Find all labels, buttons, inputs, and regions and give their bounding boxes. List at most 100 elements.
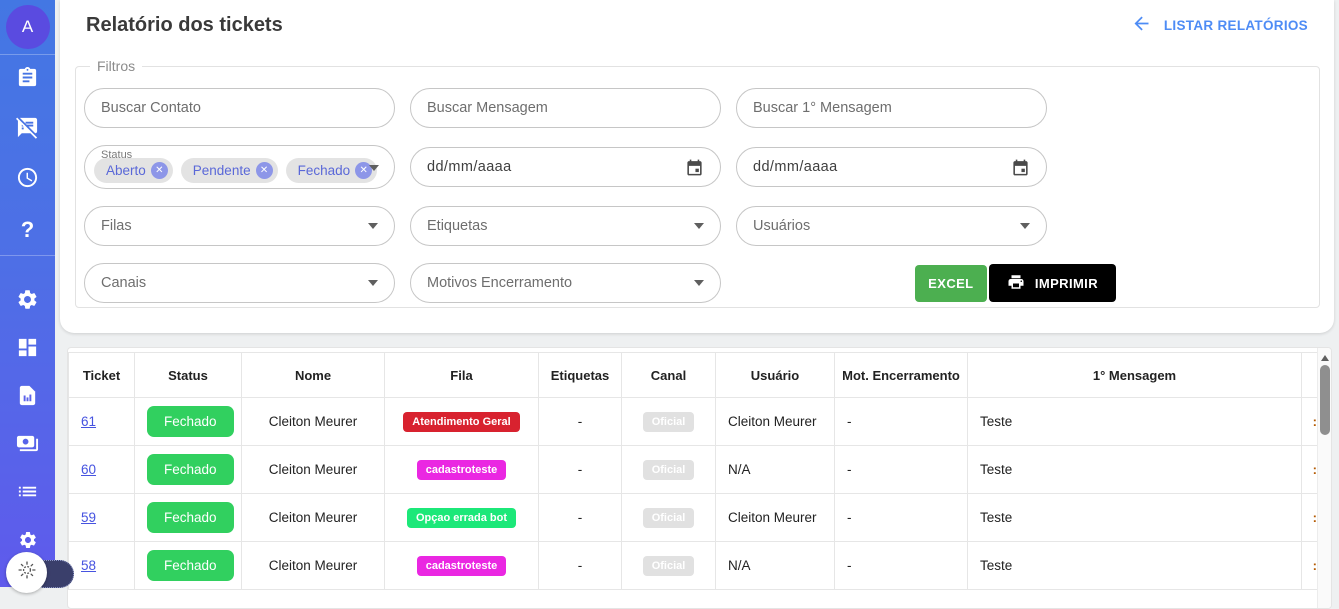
clipped-cell: : <box>1302 494 1318 542</box>
column-header: Nome <box>242 353 385 398</box>
channel-cell: Oficial <box>622 494 716 542</box>
search-first-message-input[interactable]: Buscar 1° Mensagem <box>736 88 1047 128</box>
closure-reason-cell: - <box>835 398 968 446</box>
status-chip-label: Aberto <box>106 163 146 178</box>
queues-select[interactable]: Filas <box>84 206 395 246</box>
chevron-down-icon <box>368 280 378 286</box>
calendar-icon[interactable] <box>1011 158 1030 177</box>
filter-row-1: Buscar Contato Buscar Mensagem Buscar 1°… <box>84 88 1311 128</box>
column-header-clipped <box>1302 353 1318 398</box>
name-cell: Cleiton Meurer <box>242 446 385 494</box>
sidebar-item-reports[interactable] <box>0 374 55 422</box>
sidebar-item-financial[interactable] <box>0 422 55 470</box>
clock-icon <box>16 166 39 194</box>
date-to-input[interactable]: dd/mm/aaaa <box>736 147 1047 187</box>
ticket-cell: 61 <box>69 398 135 446</box>
ticket-cell: 59 <box>69 494 135 542</box>
sidebar-item-schedule[interactable] <box>0 155 55 205</box>
filters-legend: Filtros <box>90 58 142 74</box>
channel-cell: Oficial <box>622 398 716 446</box>
filter-row-4: Canais Motivos Encerramento EXCEL IMPRIM… <box>84 263 1311 303</box>
gear-icon <box>16 288 39 316</box>
clipped-cell: : <box>1302 446 1318 494</box>
chevron-down-icon <box>369 165 379 171</box>
sidebar-item-quick-messages-off[interactable] <box>0 105 55 155</box>
first-message-cell: Teste <box>968 494 1302 542</box>
theme-toggle[interactable] <box>6 551 96 595</box>
search-first-message-placeholder: Buscar 1° Mensagem <box>753 100 892 116</box>
ticket-link[interactable]: 61 <box>81 414 96 429</box>
table-row: 61FechadoCleiton MeurerAtendimento Geral… <box>69 398 1318 446</box>
list-reports-link[interactable]: LISTAR RELATÓRIOS <box>1131 13 1308 37</box>
channel-cell: Oficial <box>622 542 716 590</box>
page-header: Relatório dos tickets LISTAR RELATÓRIOS <box>60 0 1334 37</box>
tags-cell: - <box>539 398 622 446</box>
scroll-up-arrow-icon[interactable] <box>1321 355 1329 361</box>
page-title: Relatório dos tickets <box>86 14 283 37</box>
brightness-sun-icon <box>17 560 37 585</box>
sidebar-item-help[interactable]: ? <box>0 205 55 255</box>
list-icon <box>16 480 39 508</box>
users-select[interactable]: Usuários <box>736 206 1047 246</box>
name-cell: Cleiton Meurer <box>242 494 385 542</box>
queue-cell: cadastroteste <box>385 446 539 494</box>
report-file-icon <box>16 384 39 412</box>
back-arrow-icon <box>1131 13 1152 37</box>
table-header-row: TicketStatusNomeFilaEtiquetasCanalUsuári… <box>69 353 1318 398</box>
date-from-input[interactable]: dd/mm/aaaa <box>410 147 721 187</box>
tasks-clipboard-icon <box>16 66 39 94</box>
user-cell: N/A <box>716 542 835 590</box>
table-row: 60 Fechado Cleiton Meurercadastroteste - Ofi… <box>69 446 1318 494</box>
search-contact-placeholder: Buscar Contato <box>101 100 201 116</box>
sidebar-item-tasks[interactable] <box>0 55 55 105</box>
sidebar-item-settings[interactable] <box>0 278 55 326</box>
tags-select[interactable]: Etiquetas <box>410 206 721 246</box>
queue-badge: Atendimento Geral <box>403 412 519 432</box>
help-icon: ? <box>21 217 34 243</box>
chip-remove-icon[interactable]: ✕ <box>256 162 273 179</box>
chip-remove-icon[interactable]: ✕ <box>151 162 168 179</box>
closure-reason-cell: - <box>835 542 968 590</box>
printer-icon <box>1007 273 1025 294</box>
status-badge: Fechado <box>147 550 234 581</box>
chevron-down-icon <box>1020 223 1030 229</box>
status-chip-label: Fechado <box>298 163 351 178</box>
queue-cell: Opçao errada bot <box>385 494 539 542</box>
clipped-cell: : <box>1302 542 1318 590</box>
chevron-down-icon <box>694 223 704 229</box>
column-header: Fila <box>385 353 539 398</box>
status-cell: Fechado <box>135 494 242 542</box>
queue-cell: cadastroteste <box>385 542 539 590</box>
column-header: Status <box>135 353 242 398</box>
table-scrollbar[interactable] <box>1317 348 1331 608</box>
chevron-down-icon <box>694 280 704 286</box>
tags-cell: - <box>539 494 622 542</box>
search-message-input[interactable]: Buscar Mensagem <box>410 88 721 128</box>
sidebar-item-dashboard[interactable] <box>0 326 55 374</box>
sidebar-divider <box>0 255 55 256</box>
avatar[interactable]: A <box>6 5 50 49</box>
excel-button[interactable]: EXCEL <box>915 265 987 302</box>
channels-select[interactable]: Canais <box>84 263 395 303</box>
print-label: IMPRIMIR <box>1035 276 1098 291</box>
ticket-link[interactable]: 59 <box>81 510 96 525</box>
status-multiselect[interactable]: Status Aberto✕Pendente✕Fechado✕ <box>84 145 395 189</box>
date-from-value: dd/mm/aaaa <box>427 159 512 175</box>
chevron-down-icon <box>368 223 378 229</box>
channel-badge: Oficial <box>643 460 695 480</box>
search-contact-input[interactable]: Buscar Contato <box>84 88 395 128</box>
ticket-link[interactable]: 60 <box>81 462 96 477</box>
closure-reason-cell: - <box>835 446 968 494</box>
status-badge: Fechado <box>147 502 234 533</box>
dashboard-icon <box>16 336 39 364</box>
sidebar-item-list[interactable] <box>0 470 55 518</box>
calendar-icon[interactable] <box>685 158 704 177</box>
scrollbar-thumb[interactable] <box>1320 365 1330 435</box>
print-button[interactable]: IMPRIMIR <box>989 264 1116 302</box>
table-wrap: TicketStatusNomeFilaEtiquetasCanalUsuári… <box>68 348 1317 608</box>
table-row: 59 Fechado Cleiton MeurerOpçao errada bot-… <box>69 494 1318 542</box>
status-badge: Fechado <box>147 454 234 485</box>
closure-reasons-select[interactable]: Motivos Encerramento <box>410 263 721 303</box>
notes-off-icon <box>16 116 39 144</box>
column-header: Etiquetas <box>539 353 622 398</box>
